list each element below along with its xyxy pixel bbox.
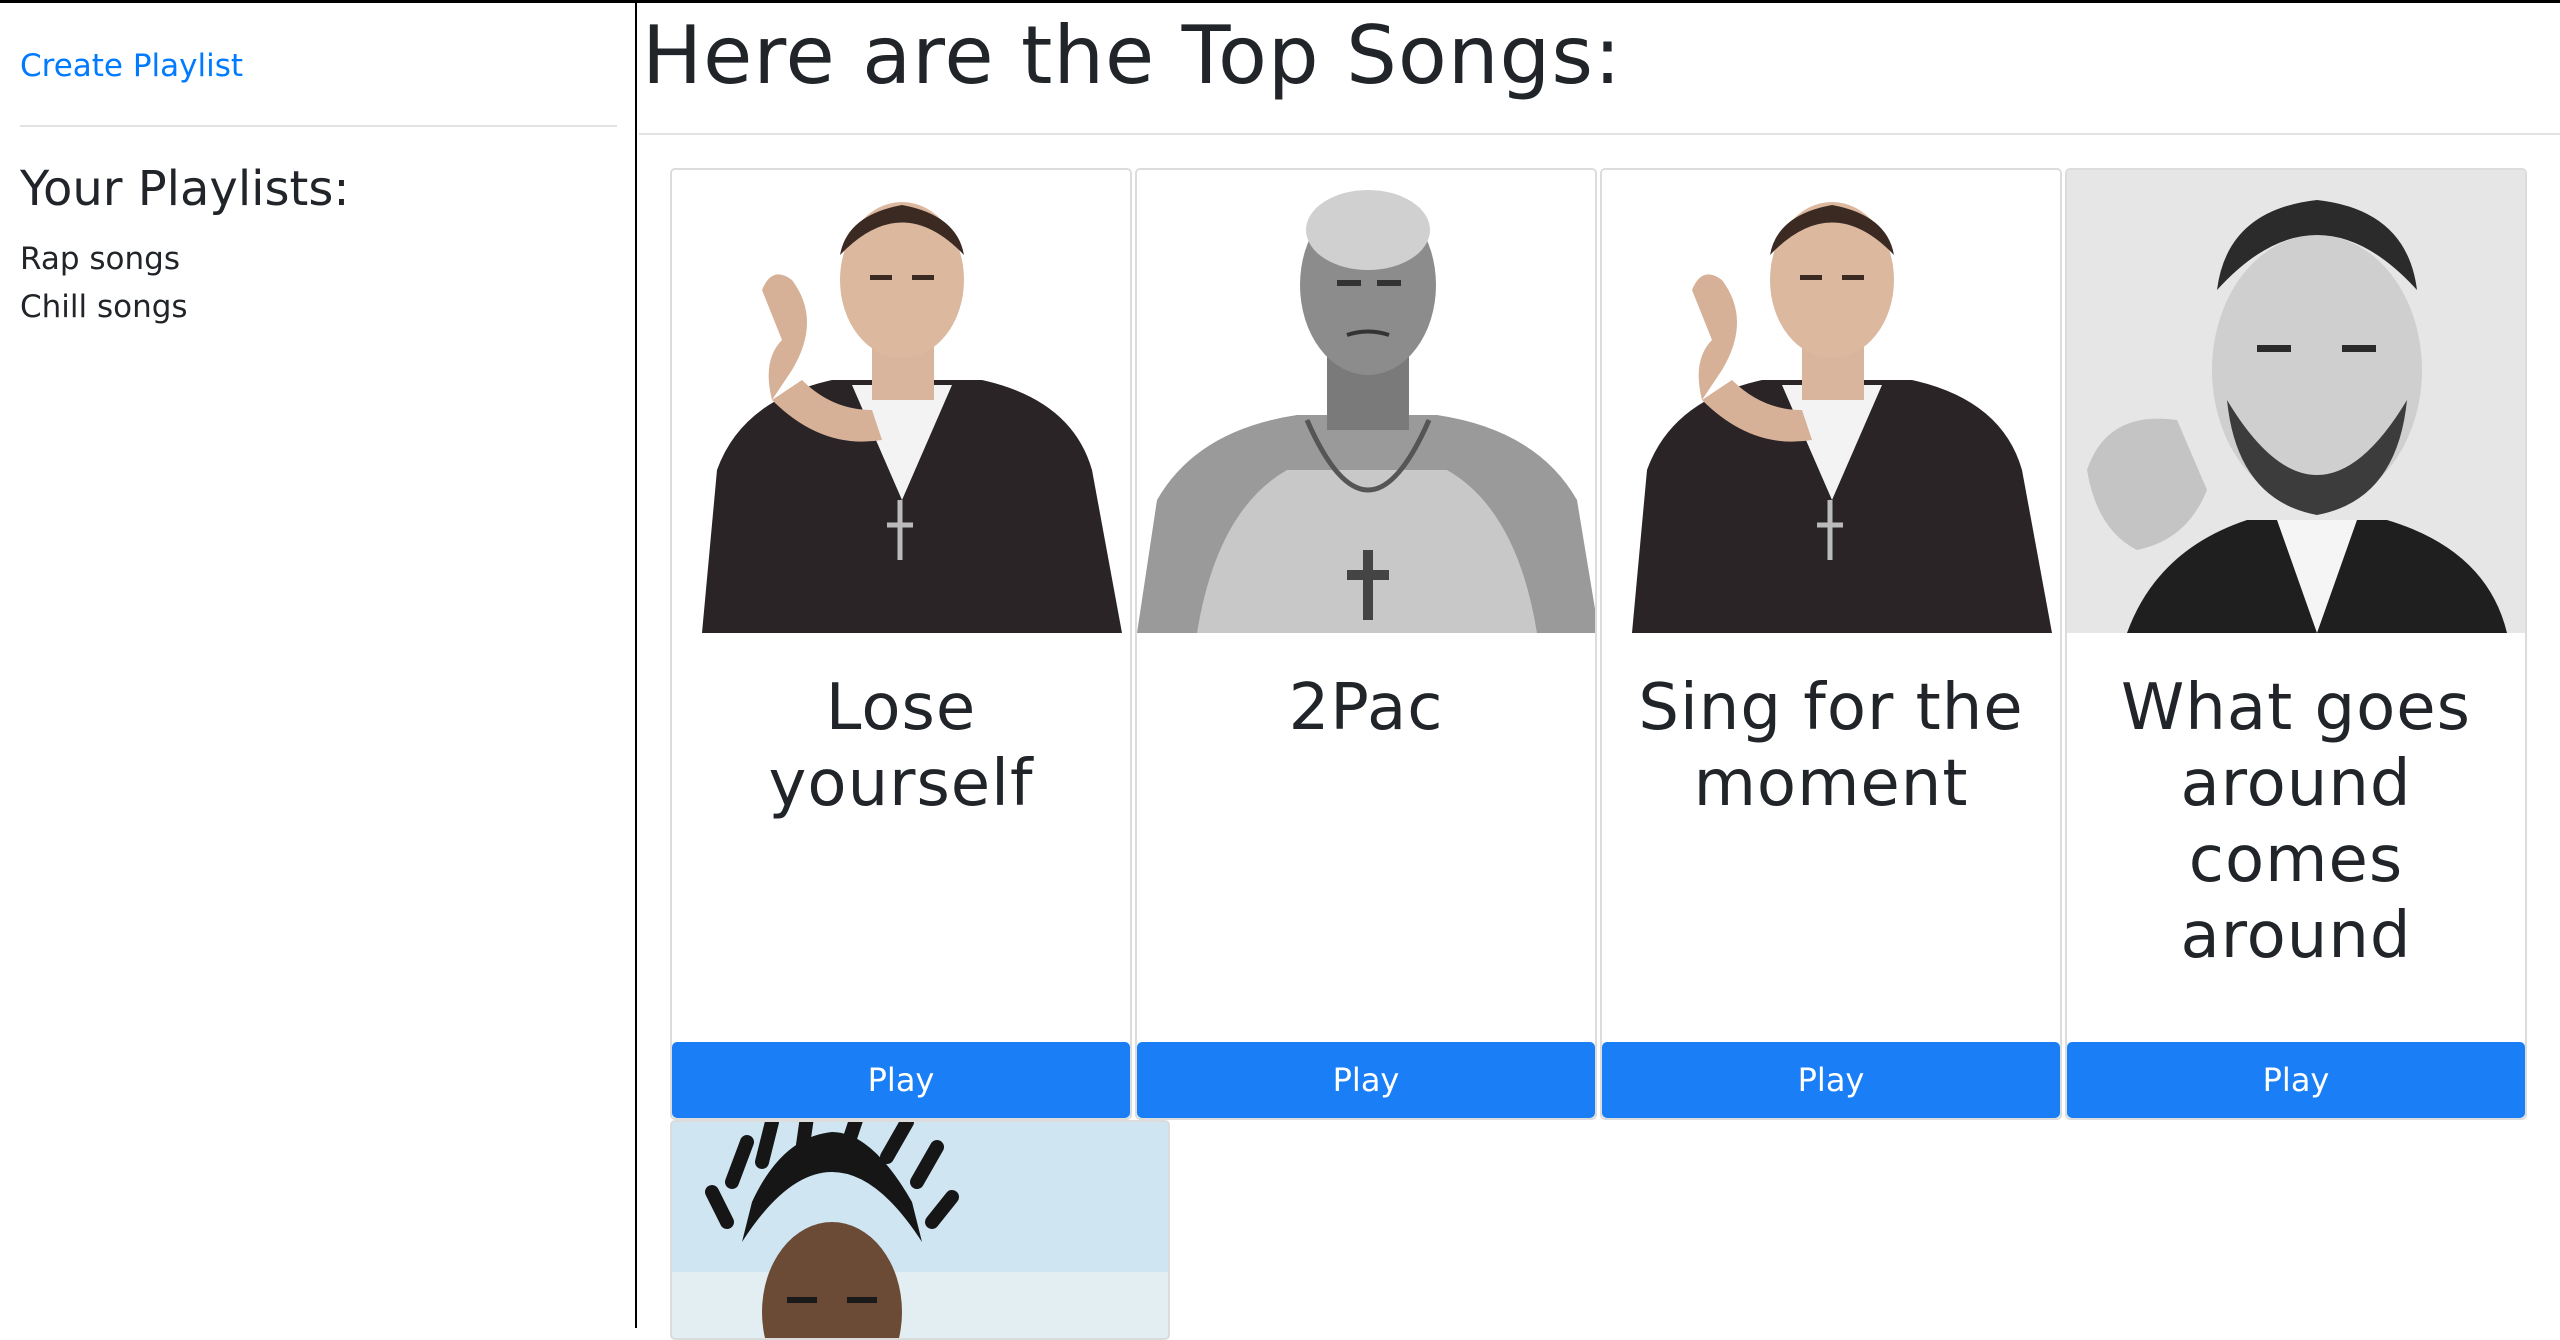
justin-timberlake-photo: [2067, 170, 2525, 633]
song-card-lose-yourself: Lose yourself Play: [670, 168, 1132, 1120]
song-card-2pac: 2Pac Play: [1135, 168, 1597, 1120]
sidebar-divider: [20, 125, 617, 127]
song-card-what-goes-around: What goes around comes around Play: [2065, 168, 2527, 1120]
play-button[interactable]: Play: [672, 1042, 1130, 1118]
playlist-item-rap-songs[interactable]: Rap songs: [20, 235, 188, 283]
create-playlist-link[interactable]: Create Playlist: [20, 48, 243, 84]
2pac-photo: [1137, 170, 1595, 633]
play-button[interactable]: Play: [1137, 1042, 1595, 1118]
play-button[interactable]: Play: [2067, 1042, 2525, 1118]
song-card-sing-for-the-moment: Sing for the moment Play: [1600, 168, 2062, 1120]
the-weeknd-photo: [672, 1122, 1168, 1338]
main-content: Here are the Top Songs: Lose yourself Pl…: [639, 3, 2560, 1340]
playlist-item-chill-songs[interactable]: Chill songs: [20, 283, 188, 331]
playlists-heading: Your Playlists:: [20, 161, 350, 217]
song-card-the-weeknd: [670, 1120, 1170, 1340]
song-title: 2Pac: [1288, 671, 1444, 745]
play-button[interactable]: Play: [1602, 1042, 2060, 1118]
song-title: Sing for the moment: [1638, 671, 2024, 821]
title-divider: [639, 133, 2560, 135]
eminem-photo: [672, 170, 1130, 633]
song-title: What goes around comes around: [2121, 671, 2471, 973]
page-title: Here are the Top Songs:: [642, 9, 1622, 102]
playlist-list: Rap songs Chill songs: [20, 235, 188, 331]
sidebar: Create Playlist Your Playlists: Rap song…: [0, 3, 637, 1328]
eminem-photo: [1602, 170, 2060, 633]
song-title: Lose yourself: [768, 671, 1034, 821]
